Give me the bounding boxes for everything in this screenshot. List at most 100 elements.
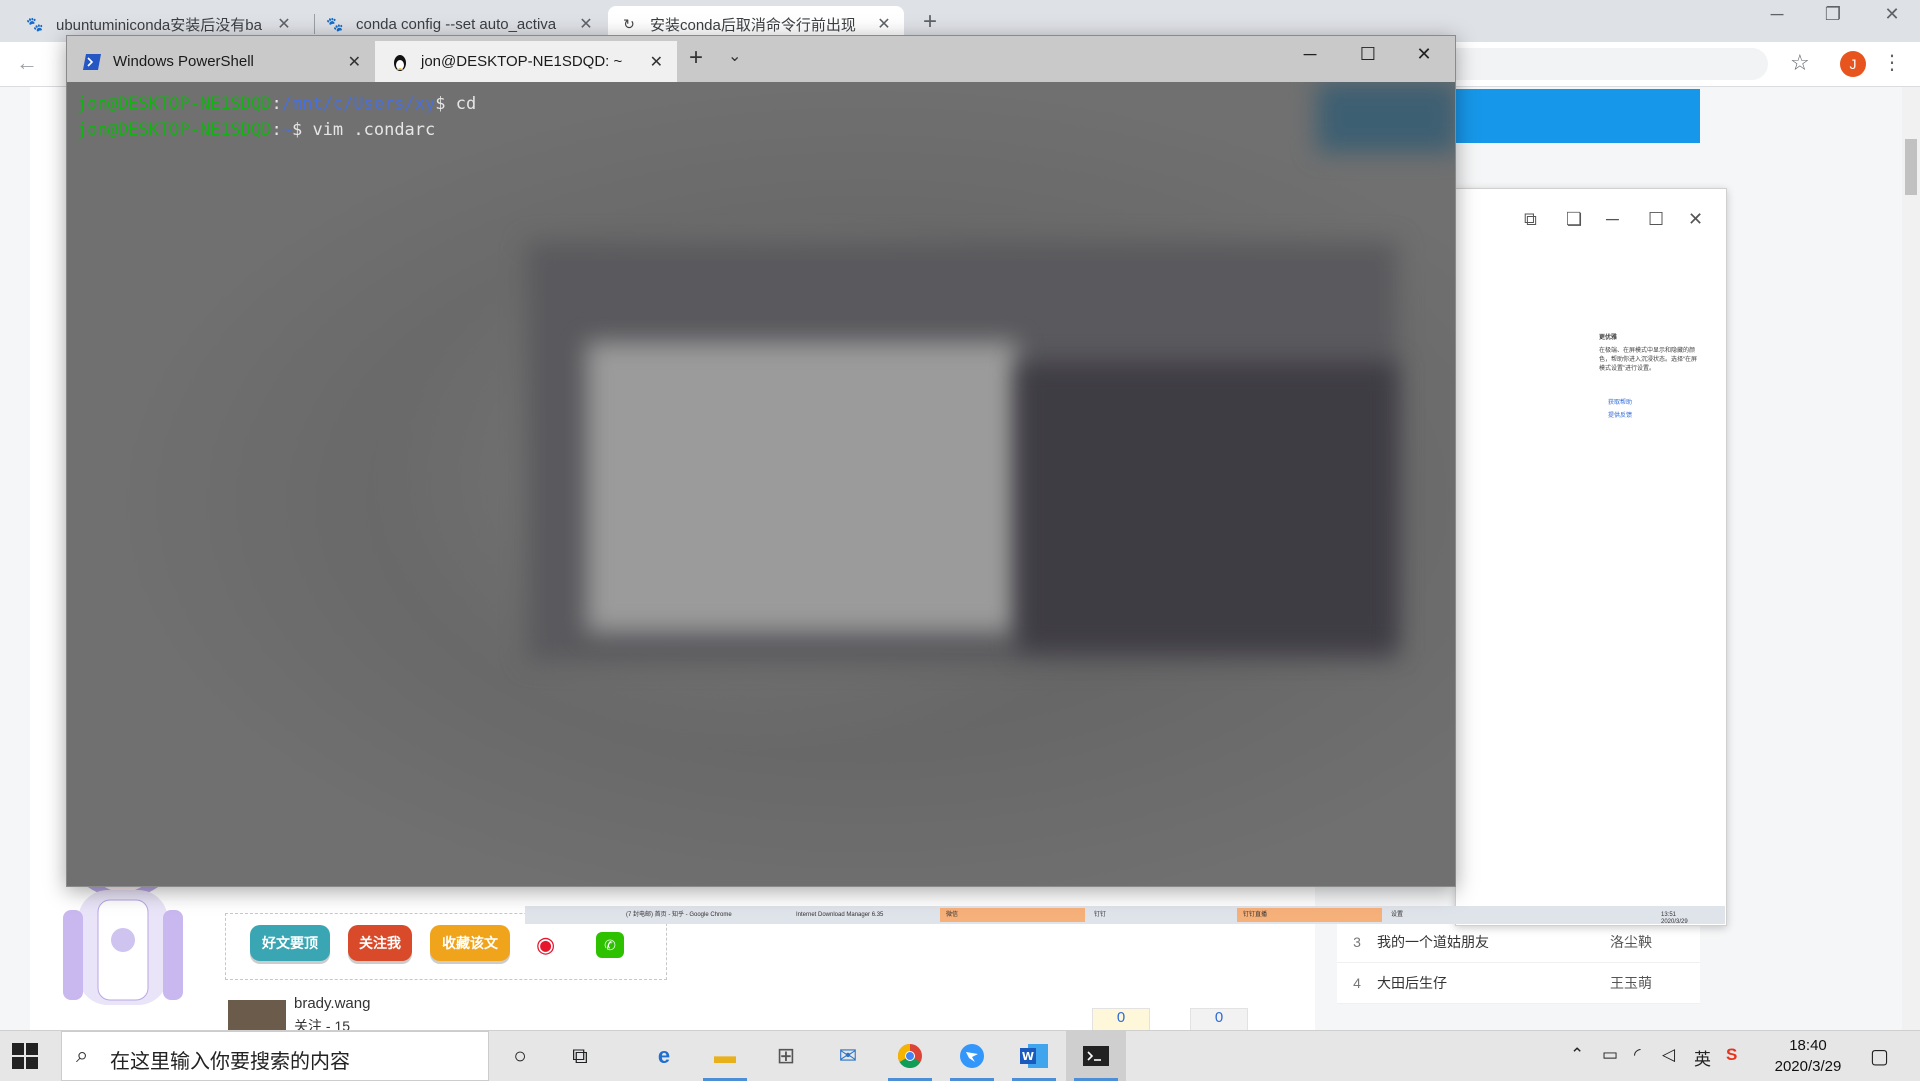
pin-icon[interactable]: ⧉: [1524, 209, 1537, 230]
snip-content: 更优雅 在极端、在屏模式中显示和隐藏的颜色，帮助你进入沉浸状态。选择“在屏模式设…: [1456, 249, 1726, 909]
prompt-separator: :: [271, 120, 282, 140]
windows-start-icon[interactable]: [12, 1043, 38, 1069]
minimize-icon[interactable]: ─: [1287, 44, 1333, 65]
new-tab-button[interactable]: +: [923, 8, 937, 36]
baidu-icon: 🐾: [326, 15, 344, 32]
close-tab-icon[interactable]: ✕: [348, 52, 361, 72]
blue-banner: [1455, 89, 1700, 143]
linux-tux-icon: [389, 53, 411, 71]
search-icon: ⌕: [76, 1042, 89, 1067]
chrome-icon[interactable]: [880, 1031, 940, 1081]
list-item[interactable]: 4 大田后生仔 王玉萌: [1337, 963, 1700, 1004]
list-item[interactable]: 3 我的一个道姑朋友 洛尘鞅: [1337, 922, 1700, 963]
blurred-background: [587, 342, 1017, 632]
favorite-button[interactable]: 收藏该文: [430, 925, 510, 961]
notification-icon[interactable]: ▢: [1870, 1044, 1889, 1069]
command-text: $ vim .condarc: [291, 120, 436, 140]
mini-task-item: 钉钉: [1094, 912, 1107, 918]
embedded-screenshot-taskbar: (7 封电邮) 首页 - 知乎 - Google Chrome Internet…: [525, 906, 1725, 925]
minimize-icon[interactable]: ─: [1757, 4, 1797, 25]
blurred-background: [1317, 82, 1455, 152]
bury-count[interactable]: 0: [1190, 1008, 1248, 1031]
prompt-user: jon@DESKTOP-NE1SDQD: [77, 94, 272, 114]
digg-count[interactable]: 0: [1092, 1008, 1150, 1031]
terminal-output[interactable]: jon@DESKTOP-NE1SDQD:/mnt/c/Users/xy$ cd …: [67, 82, 1455, 886]
mini-task-item: 设置: [1391, 912, 1404, 918]
snip-window: ⧉ ❏ ─ ☐ ✕ 更优雅 在极端、在屏模式中显示和隐藏的颜色，帮助你进入沉浸状…: [1455, 188, 1727, 926]
recommend-button[interactable]: 好文要顶: [250, 925, 330, 961]
clock-date: 2020/3/29: [1774, 1058, 1842, 1075]
windows-taskbar: ⌕ 在这里输入你要搜索的内容 ○ ⧉ e ▬ ⊞ ✉ W ⌃ ▭ ◜ ◁ 英 S…: [0, 1030, 1920, 1081]
cortana-icon[interactable]: ○: [490, 1031, 550, 1081]
powershell-icon: [81, 53, 103, 71]
prompt-path: /mnt/c/Users/xy: [281, 94, 436, 114]
mini-task-item: 微信: [940, 908, 1085, 922]
terminal-tab-title: jon@DESKTOP-NE1SDQD: ~: [421, 53, 623, 70]
wechat-icon[interactable]: ✆: [596, 932, 624, 958]
mini-clock-date: 2020/3/29: [1661, 919, 1688, 925]
taskbar-clock[interactable]: 18:40 2020/3/29: [1766, 1035, 1850, 1077]
csdn-icon: ↻: [623, 15, 635, 32]
file-explorer-icon[interactable]: ▬: [695, 1031, 755, 1081]
chevron-down-icon[interactable]: ⌄: [728, 46, 741, 66]
volume-icon[interactable]: ◁: [1662, 1045, 1675, 1065]
dingtalk-icon[interactable]: [942, 1031, 1002, 1081]
word-icon[interactable]: W: [1004, 1031, 1064, 1081]
close-tab-icon[interactable]: ✕: [578, 14, 594, 34]
prompt-path: ~: [281, 120, 292, 140]
profile-avatar[interactable]: J: [1840, 51, 1866, 77]
mini-task-item: 钉钉直播: [1237, 908, 1382, 922]
terminal-titlebar[interactable]: Windows PowerShell ✕ jon@DESKTOP-NE1SDQD…: [67, 36, 1455, 82]
help-link[interactable]: 获取帮助: [1608, 399, 1632, 408]
chevron-up-icon[interactable]: ⌃: [1570, 1045, 1584, 1065]
chrome-menu-icon[interactable]: ⋮: [1882, 50, 1902, 75]
new-terminal-tab-button[interactable]: +: [689, 44, 703, 72]
blurred-background: [1017, 362, 1397, 652]
snip-titlebar: ⧉ ❏ ─ ☐ ✕: [1456, 189, 1726, 249]
task-view-icon[interactable]: ⧉: [550, 1031, 610, 1081]
taskbar-search-box[interactable]: ⌕ 在这里输入你要搜索的内容: [61, 1031, 489, 1081]
terminal-icon[interactable]: [1066, 1031, 1126, 1081]
close-window-icon[interactable]: ✕: [1872, 4, 1912, 25]
mini-task-item: Internet Download Manager 6.35: [796, 912, 884, 918]
edge-icon[interactable]: e: [634, 1031, 694, 1081]
close-tab-icon[interactable]: ✕: [876, 14, 892, 34]
store-icon[interactable]: ⊞: [756, 1031, 816, 1081]
maximize-icon[interactable]: ☐: [1648, 209, 1664, 230]
close-tab-icon[interactable]: ✕: [650, 52, 663, 72]
follow-button[interactable]: 关注我: [348, 925, 412, 961]
author-avatar[interactable]: [228, 1000, 286, 1030]
sogou-ime-icon[interactable]: S: [1726, 1045, 1737, 1065]
feedback-link[interactable]: 提供反馈: [1608, 412, 1632, 421]
search-placeholder: 在这里输入你要搜索的内容: [110, 1051, 350, 1073]
bookmark-star-icon[interactable]: ☆: [1790, 50, 1810, 76]
terminal-tab-ubuntu[interactable]: jon@DESKTOP-NE1SDQD: ~ ✕: [375, 41, 677, 82]
baidu-icon: 🐾: [26, 15, 44, 32]
clock-time: 18:40: [1789, 1037, 1827, 1054]
minimize-icon[interactable]: ─: [1606, 209, 1619, 230]
close-tab-icon[interactable]: ✕: [276, 14, 292, 34]
prompt-separator: :: [271, 94, 282, 114]
wifi-icon[interactable]: ◜: [1634, 1045, 1641, 1065]
terminal-tab-powershell[interactable]: Windows PowerShell ✕: [67, 41, 375, 82]
prompt-user: jon@DESKTOP-NE1SDQD: [77, 120, 272, 140]
weibo-icon[interactable]: ◉: [536, 932, 566, 958]
ime-indicator[interactable]: 英: [1694, 1045, 1711, 1070]
rank-title[interactable]: 我的一个道姑朋友: [1377, 932, 1610, 952]
maximize-icon[interactable]: ☐: [1345, 44, 1391, 65]
restore-icon[interactable]: ❐: [1813, 4, 1853, 25]
back-arrow-icon[interactable]: ←: [16, 50, 38, 76]
rank-number: 4: [1353, 975, 1361, 991]
mail-icon[interactable]: ✉: [818, 1031, 878, 1081]
snip-heading: 更优雅: [1599, 335, 1618, 341]
author-name[interactable]: brady.wang: [294, 995, 370, 1012]
chrome-tab-title: ubuntuminiconda安装后没有ba: [56, 16, 262, 34]
copy-icon[interactable]: ❏: [1566, 209, 1582, 230]
rank-title[interactable]: 大田后生仔: [1377, 973, 1610, 993]
battery-icon[interactable]: ▭: [1602, 1045, 1618, 1065]
close-window-icon[interactable]: ✕: [1401, 44, 1447, 65]
ranking-list: 3 我的一个道姑朋友 洛尘鞅 4 大田后生仔 王玉萌: [1337, 922, 1700, 1004]
page-scrollbar[interactable]: [1902, 87, 1920, 1030]
scroll-thumb[interactable]: [1905, 139, 1917, 195]
close-icon[interactable]: ✕: [1688, 209, 1703, 230]
